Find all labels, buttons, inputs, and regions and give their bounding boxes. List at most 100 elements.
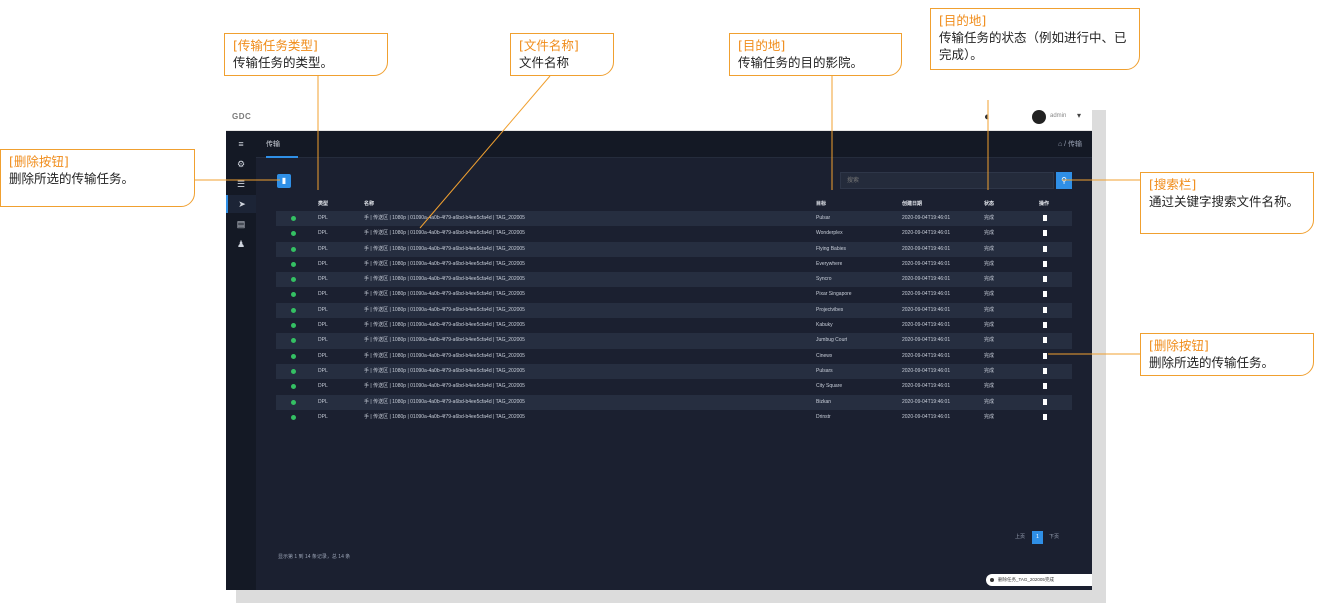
table-row[interactable]: DPL 手 | 传送区 | 1080p | 01090a-4a0b-4f79-a6… [276, 226, 1072, 241]
cell-dest: Bizkan [816, 398, 832, 405]
table-row[interactable]: DPL 手 | 传送区 | 1080p | 01090a-4a0b-4f79-a6… [276, 287, 1072, 302]
cell-status: 完成 [984, 276, 995, 283]
trash-icon[interactable] [1043, 245, 1047, 252]
cell-type: DPL [318, 352, 328, 359]
tab-bar: 传输 ⌂ / 传输 [256, 131, 1092, 158]
status-dot [291, 246, 296, 252]
cell-type: DPL [318, 322, 328, 329]
cell-name: 手 | 传送区 | 1080p | 01090a-4a0b-4f79-a6bd-… [364, 337, 525, 344]
pagination-current[interactable]: 1 [1032, 531, 1043, 544]
callout-desc: 传输任务的类型。 [233, 55, 334, 70]
trash-icon[interactable] [1043, 322, 1047, 329]
callout-title: [文件名称] [519, 38, 579, 53]
status-dot [291, 368, 296, 374]
folder-icon[interactable]: ▤ [226, 215, 256, 233]
user-name[interactable]: admin [1050, 113, 1066, 119]
table-row[interactable]: DPL 手 | 传送区 | 1080p | 01090a-4a0b-4f79-a6… [276, 394, 1072, 410]
user-icon[interactable]: ♟ [226, 235, 256, 253]
top-bar: GDC ◐ admin ▾ [226, 104, 1092, 131]
cell-dest: City Square [816, 383, 843, 390]
cell-status: 完成 [984, 260, 995, 267]
cell-type: DPL [318, 306, 328, 313]
header-status[interactable]: 状态 [984, 198, 994, 211]
trash-icon[interactable] [1043, 215, 1047, 221]
cell-dest: Projectvibes [816, 306, 844, 313]
callout-file-name: [文件名称] 文件名称 [510, 33, 614, 76]
header-dest[interactable]: 目标 [816, 198, 826, 211]
bell-icon[interactable]: ◐ [984, 111, 991, 123]
trash-icon[interactable] [1043, 413, 1047, 420]
cell-dest: Wonderplex [816, 230, 843, 237]
table-row[interactable]: DPL 手 | 传送区 | 1080p | 01090a-4a0b-4f79-a6… [276, 211, 1072, 227]
cell-dest: Pulsar [816, 215, 831, 221]
user-avatar[interactable] [1032, 110, 1046, 124]
header-date[interactable]: 创建日期 [902, 198, 922, 211]
trash-icon[interactable] [1043, 383, 1047, 390]
cell-status: 完成 [984, 306, 995, 313]
cell-status: 完成 [984, 215, 995, 221]
cell-type: DPL [318, 337, 328, 344]
cell-name: 手 | 传送区 | 1080p | 01090a-4a0b-4f79-a6bd-… [364, 398, 525, 405]
cell-date: 2020-09-04T19:46:01 [902, 230, 951, 237]
cell-status: 完成 [984, 367, 995, 374]
table-row[interactable]: DPL 手 | 传送区 | 1080p | 01090a-4a0b-4f79-a6… [276, 349, 1072, 364]
list-icon[interactable]: ☰ [226, 175, 256, 193]
callout-delete-top: [删除按钮] 删除所选的传输任务。 [0, 149, 195, 207]
table-row[interactable]: DPL 手 | 传送区 | 1080p | 01090a-4a0b-4f79-a6… [276, 302, 1072, 319]
send-icon[interactable]: ➤ [226, 195, 256, 213]
cell-dest: Pulsars [816, 367, 833, 374]
trash-icon[interactable] [1043, 260, 1047, 267]
trash-icon[interactable] [1043, 276, 1047, 283]
table-row[interactable]: DPL 手 | 传送区 | 1080p | 01090a-4a0b-4f79-a6… [276, 363, 1072, 380]
trash-icon[interactable] [1043, 398, 1047, 405]
search-input[interactable] [840, 172, 1054, 189]
table-row[interactable]: DPL 手 | 传送区 | 1080p | 01090a-4a0b-4f79-a6… [276, 333, 1072, 349]
header-name[interactable]: 名称 [364, 198, 374, 211]
trash-icon[interactable] [1043, 367, 1047, 374]
tab-transfer[interactable]: 传输 [266, 139, 298, 158]
cell-type: DPL [318, 215, 328, 221]
callout-desc: 通过关键字搜索文件名称。 [1149, 194, 1300, 209]
header-type[interactable]: 类型 [318, 198, 328, 211]
cell-date: 2020-09-04T19:46:01 [902, 352, 951, 359]
table-row[interactable]: DPL 手 | 传送区 | 1080p | 01090a-4a0b-4f79-a6… [276, 318, 1072, 333]
cell-date: 2020-09-04T19:46:01 [902, 215, 951, 221]
info-icon [990, 578, 994, 582]
trash-icon[interactable] [1043, 230, 1047, 237]
menu-icon[interactable]: ≡ [226, 135, 256, 153]
record-summary: 显示第 1 到 14 条记录，总 14 条 [278, 554, 351, 560]
pagination-next[interactable]: 下页 [1046, 531, 1062, 544]
status-dot [291, 261, 296, 267]
table-row[interactable]: DPL 手 | 传送区 | 1080p | 01090a-4a0b-4f79-a6… [276, 272, 1072, 288]
cell-date: 2020-09-04T19:46:01 [902, 398, 951, 405]
search-button[interactable]: ⚲ [1056, 172, 1072, 189]
cell-name: 手 | 传送区 | 1080p | 01090a-4a0b-4f79-a6bd-… [364, 413, 525, 420]
callout-desc: 删除所选的传输任务。 [9, 171, 135, 186]
trash-icon[interactable] [1043, 337, 1047, 344]
cell-status: 完成 [984, 383, 995, 390]
cell-dest: Syncro [816, 276, 832, 283]
callout-title: [搜索栏] [1149, 177, 1197, 192]
status-dot [291, 323, 296, 329]
pagination-prev[interactable]: 上页 [1012, 531, 1028, 544]
delete-selected-button[interactable]: ▮ [277, 174, 291, 188]
chevron-down-icon[interactable]: ▾ [1077, 111, 1081, 120]
trash-icon[interactable] [1043, 306, 1047, 313]
table-row[interactable]: DPL 手 | 传送区 | 1080p | 01090a-4a0b-4f79-a6… [276, 379, 1072, 394]
trash-icon[interactable] [1043, 291, 1047, 298]
table-row[interactable]: DPL 手 | 传送区 | 1080p | 01090a-4a0b-4f79-a6… [276, 410, 1072, 425]
table-row[interactable]: DPL 手 | 传送区 | 1080p | 01090a-4a0b-4f79-a6… [276, 257, 1072, 272]
cell-date: 2020-09-04T19:46:01 [902, 413, 951, 420]
toast-text: 删除任务_TAG_202005完成 [998, 577, 1054, 582]
cell-name: 手 | 传送区 | 1080p | 01090a-4a0b-4f79-a6bd-… [364, 230, 525, 237]
cell-name: 手 | 传送区 | 1080p | 01090a-4a0b-4f79-a6bd-… [364, 276, 525, 283]
cell-dest: Drinstr [816, 413, 831, 420]
cell-status: 完成 [984, 245, 995, 252]
gear-icon[interactable]: ⚙ [226, 155, 256, 173]
trash-icon[interactable] [1043, 352, 1047, 359]
status-dot [291, 277, 296, 283]
cell-date: 2020-09-04T19:46:01 [902, 383, 951, 390]
callout-desc: 文件名称 [519, 55, 570, 70]
cell-dest: Cinewx [816, 352, 833, 359]
table-row[interactable]: DPL 手 | 传送区 | 1080p | 01090a-4a0b-4f79-a6… [276, 241, 1072, 257]
